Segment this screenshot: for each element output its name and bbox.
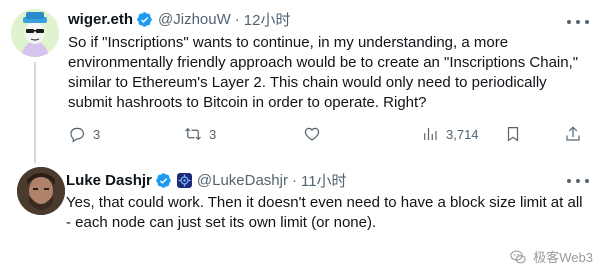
avatar[interactable] <box>17 167 65 215</box>
share-icon <box>566 126 580 141</box>
more-options-icon[interactable] <box>567 173 589 189</box>
handle[interactable]: @LukeDashjr <box>197 172 288 189</box>
affiliation-badge-icon[interactable] <box>176 172 192 188</box>
tweet-header: Luke Dashjr @LukeDashjr · 11小时 <box>66 169 347 191</box>
views-count: 3,714 <box>446 126 479 142</box>
verified-badge-icon <box>137 11 152 27</box>
avatar-image <box>11 9 59 57</box>
repost-count: 3 <box>209 126 217 142</box>
heart-icon <box>304 127 320 141</box>
views-chart-icon <box>424 128 437 140</box>
watermark: 极客Web3 <box>509 247 593 266</box>
separator-dot: · <box>234 10 240 28</box>
tweet-text: So if "Inscriptions" wants to continue, … <box>68 34 579 111</box>
separator-dot: · <box>291 171 297 189</box>
reply-button[interactable]: 3 <box>68 125 100 143</box>
views-button[interactable]: 3,714 <box>421 125 479 143</box>
thread-line <box>34 62 36 163</box>
share-button[interactable] <box>564 125 582 143</box>
watermark-text: 极客Web3 <box>533 250 593 265</box>
tweet-wiger[interactable]: wiger.eth @JizhouW · 12小时 So if "Inscrip… <box>0 0 603 163</box>
action-bar: 3 3 3,714 <box>68 125 588 145</box>
timestamp[interactable]: 11小时 <box>301 170 347 191</box>
reply-icon <box>70 127 84 143</box>
display-name[interactable]: wiger.eth <box>68 11 133 28</box>
display-name[interactable]: Luke Dashjr <box>66 172 152 189</box>
more-options-icon[interactable] <box>567 14 589 30</box>
bookmark-icon <box>507 127 519 142</box>
like-button[interactable] <box>303 125 328 143</box>
bookmark-button[interactable] <box>504 125 522 143</box>
verified-badge-icon <box>156 172 171 188</box>
repost-button[interactable]: 3 <box>184 125 216 143</box>
avatar-image <box>17 167 65 215</box>
repost-icon <box>185 127 201 141</box>
tweet-header: wiger.eth @JizhouW · 12小时 <box>68 8 290 30</box>
reply-count: 3 <box>93 126 101 142</box>
handle[interactable]: @JizhouW <box>158 11 231 28</box>
tweet-text: Yes, that could work. Then it doesn't ev… <box>66 194 583 231</box>
wechat-logo-icon <box>510 249 526 263</box>
avatar[interactable] <box>11 9 59 57</box>
timestamp[interactable]: 12小时 <box>244 9 291 30</box>
